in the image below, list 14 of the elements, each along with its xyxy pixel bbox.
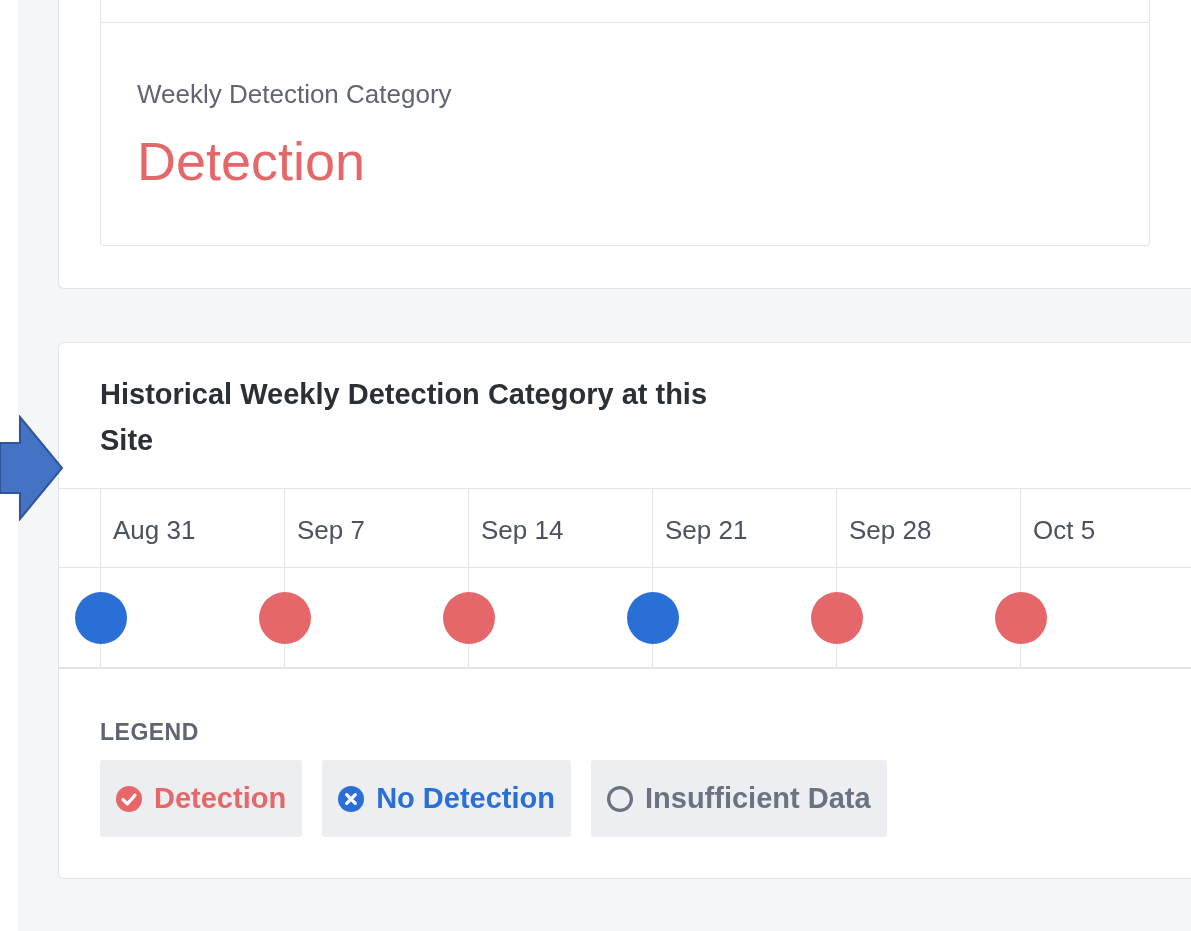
arrow-icon: [0, 415, 64, 521]
legend-chip: No Detection: [322, 760, 571, 838]
week-label: Sep 7: [297, 515, 365, 547]
week-label: Oct 5: [1033, 515, 1096, 547]
summary-label: Weekly Detection Category: [137, 79, 453, 110]
week-label: Sep 28: [849, 515, 932, 547]
week-label: Sep 21: [665, 515, 748, 547]
summary-value: Detection: [137, 132, 367, 192]
card-title: Historical Weekly Detection Category at this Site: [99, 377, 709, 459]
week-label: Sep 14: [481, 515, 564, 547]
legend-chip: Detection: [100, 760, 303, 838]
week-label: Aug 31: [113, 515, 196, 547]
legend-title: LEGEND: [100, 719, 200, 747]
legend-chip: Insufficient Data: [591, 760, 887, 838]
